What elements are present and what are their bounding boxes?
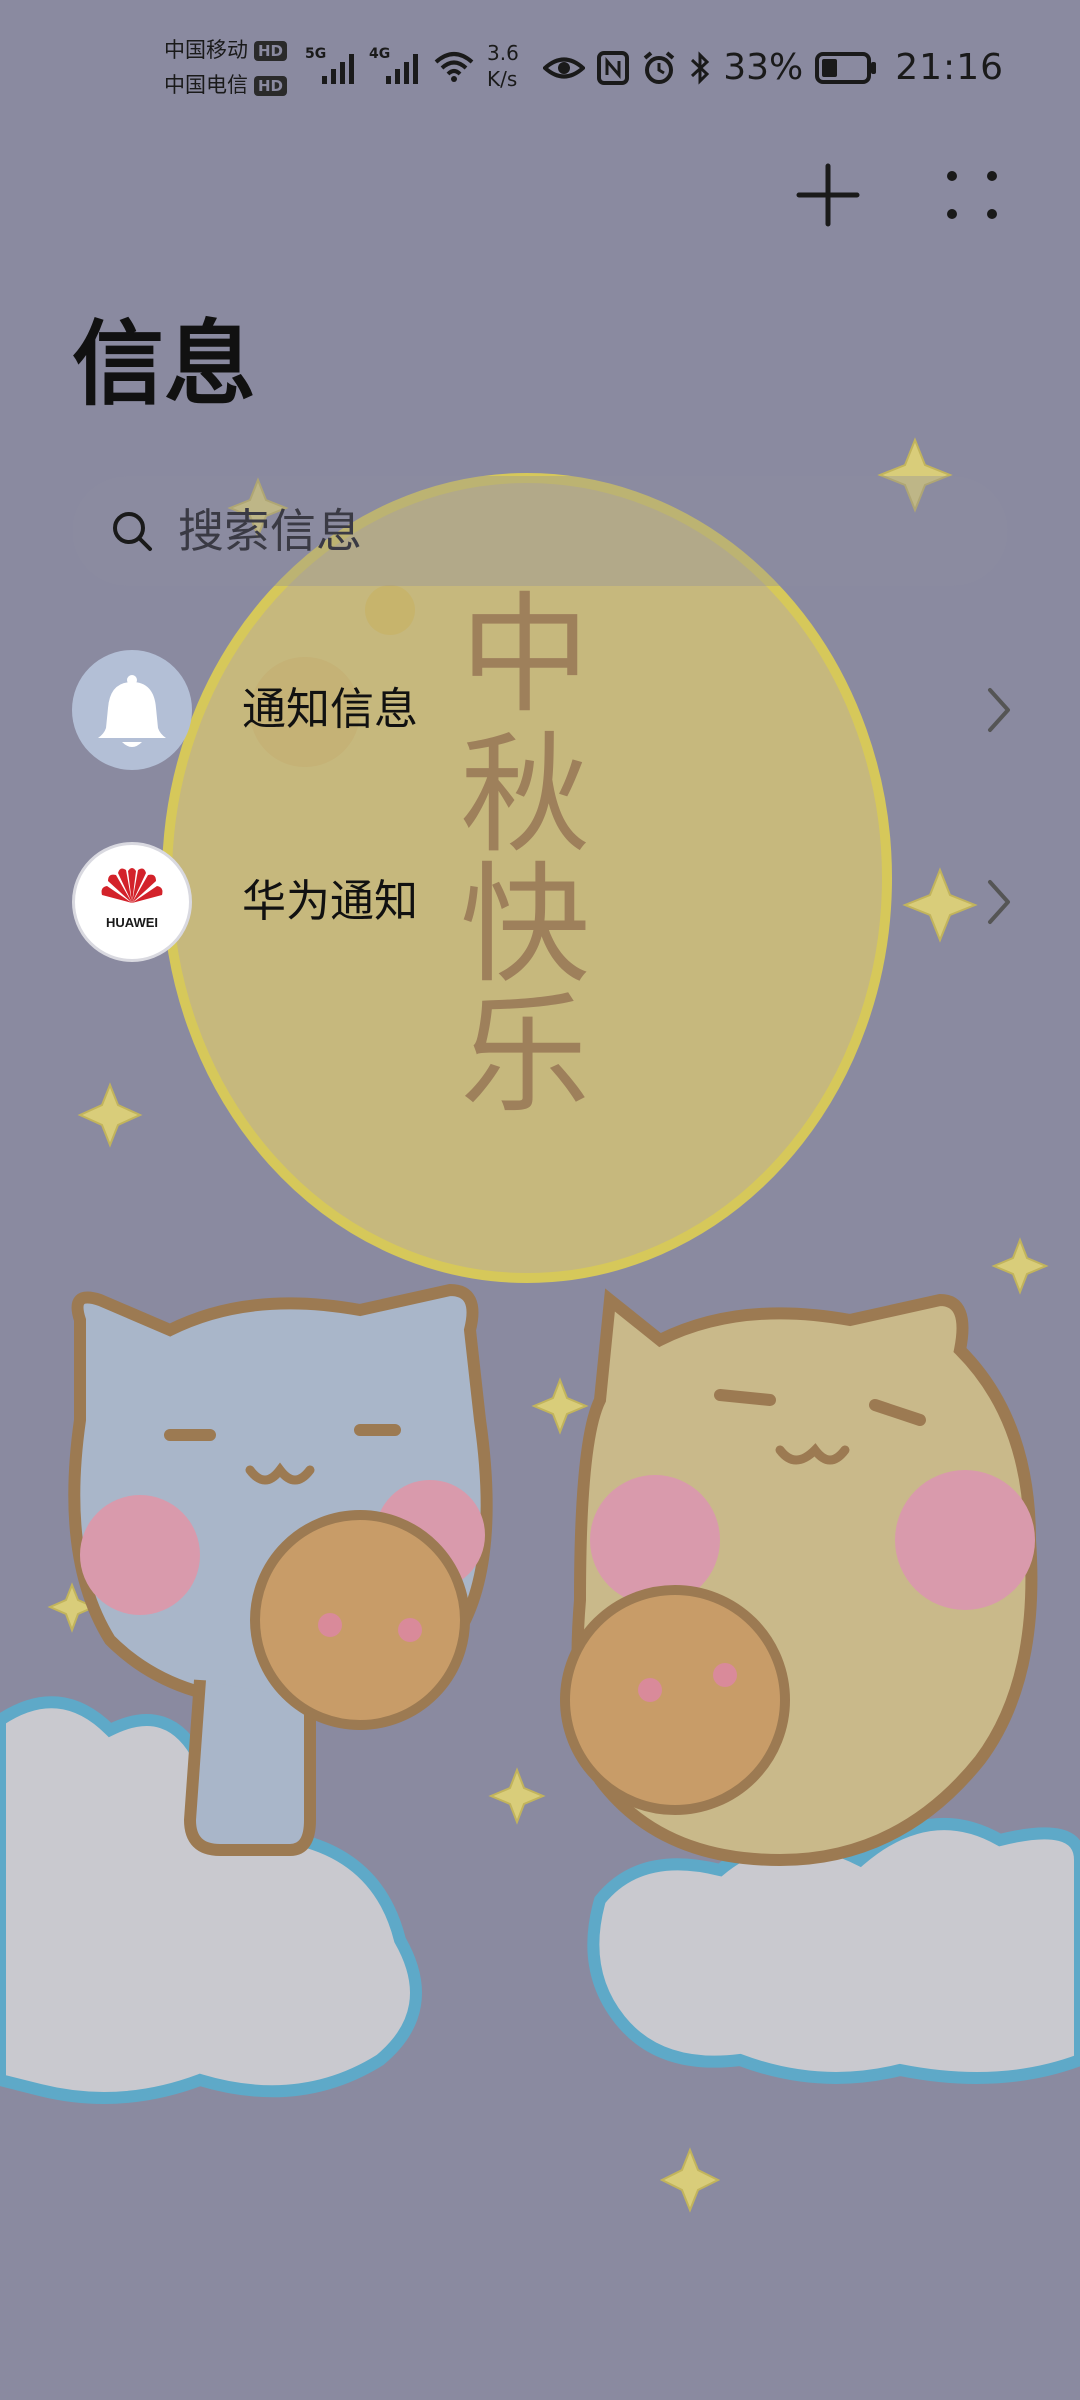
hd-badge-2: HD [254,76,288,96]
huawei-logo: HUAWEI [101,868,163,930]
bluetooth-icon [691,51,710,85]
conversation-label: 通知信息 [242,684,418,735]
conversation-huawei-notifications[interactable]: HUAWEI 华为通知 [0,812,1080,992]
carrier-2: 中国电信 HD [164,73,288,97]
eye-comfort-icon [543,57,586,79]
avatar-notifications [72,650,192,770]
carrier-1: 中国移动 HD [164,38,288,62]
carrier-2-name: 中国电信 [164,73,248,97]
clock: 21:16 [895,47,1004,88]
status-bar: 中国移动 HD 中国电信 HD 5G 4G 3.6 K/s 33% 21:16 [0,0,1080,130]
new-message-button[interactable] [793,160,863,230]
network-speed: 3.6 K/s [487,40,519,92]
battery-icon [815,52,877,84]
status-right-group: 33% 21:16 [543,44,1004,92]
battery-percent: 33% [723,47,804,88]
carrier-1-name: 中国移动 [164,38,248,62]
bell-icon [98,675,166,747]
more-dots-icon [947,171,997,219]
signal-icon-1 [322,54,354,84]
nfc-icon [597,51,630,85]
chevron-right-icon [988,880,1010,924]
network-speed-unit: K/s [487,67,518,91]
moon-char-4: 乐 [460,979,590,1131]
search-bar[interactable] [72,476,1008,586]
network-speed-value: 3.6 [487,41,519,65]
conversation-label: 华为通知 [242,876,418,927]
huawei-logo-text: HUAWEI [106,915,158,930]
conversation-notifications[interactable]: 通知信息 [0,620,1080,800]
more-options-button[interactable] [937,160,1007,230]
page-title: 信息 [72,311,257,418]
plus-icon [796,163,860,227]
wifi-icon [434,52,474,82]
avatar-huawei: HUAWEI [72,842,192,962]
alarm-icon [643,51,675,84]
signal-icon-2 [386,54,418,84]
chevron-right-icon [988,688,1010,732]
search-icon [113,512,152,551]
hd-badge-1: HD [254,41,288,61]
search-input[interactable] [176,503,940,559]
